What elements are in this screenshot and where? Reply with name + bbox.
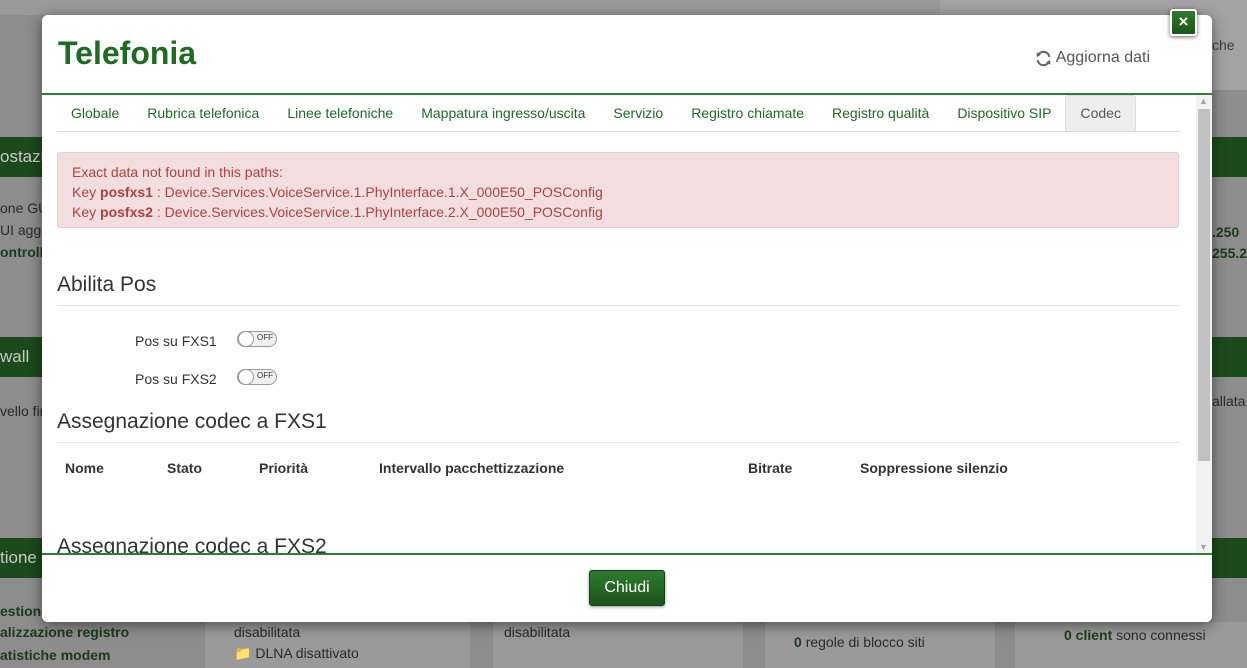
- refresh-icon: [1036, 50, 1051, 66]
- modal-header: Telefonia Aggiorna dati: [42, 15, 1212, 95]
- background-text: vello fir: [0, 403, 45, 419]
- alert-heading: Exact data not found in this paths:: [72, 164, 283, 180]
- tab-registro-chiamate[interactable]: Registro chiamate: [677, 95, 818, 131]
- alert-key: posfxs2: [100, 204, 153, 220]
- scroll-down-arrow-icon[interactable]: ▼: [1199, 542, 1208, 552]
- alert-prefix: Key: [72, 184, 97, 200]
- section-divider: [57, 305, 1181, 306]
- background-text-inner: sono connessi: [1116, 627, 1206, 643]
- scrollbar-thumb[interactable]: [1198, 109, 1210, 461]
- column-header-nome: Nome: [65, 460, 104, 476]
- background-text: disabilitata: [504, 624, 571, 640]
- background-count: 0 client: [1064, 627, 1113, 643]
- close-icon[interactable]: ×: [1170, 9, 1197, 36]
- background-text: ontroll: [0, 244, 44, 260]
- background-text: .250: [1212, 224, 1240, 240]
- modal-title: Telefonia: [58, 35, 197, 71]
- background-band-title: wall: [0, 347, 30, 366]
- background-text: allata: [1212, 393, 1246, 409]
- background-text-inner: regole di blocco siti: [805, 634, 925, 650]
- toggle-knob: [238, 369, 254, 385]
- section-title-abilita-pos: Abilita Pos: [57, 273, 157, 296]
- column-header-stato: Stato: [167, 460, 202, 476]
- tab-linee-telefoniche[interactable]: Linee telefoniche: [273, 95, 407, 131]
- background-text: alizzazione registro: [0, 624, 130, 640]
- modal-scrollbar[interactable]: ▲ ▼: [1196, 95, 1212, 553]
- error-alert: Exact data not found in this paths: Key …: [57, 152, 1179, 228]
- tab-mappatura[interactable]: Mappatura ingresso/uscita: [407, 95, 599, 131]
- tab-registro-qualita[interactable]: Registro qualità: [818, 95, 943, 131]
- column-header-soppressione: Soppressione silenzio: [860, 460, 1008, 476]
- background-band-title: ostazi: [0, 147, 45, 166]
- background-text: 0 client sono connessi: [1064, 627, 1206, 643]
- pos-fxs1-label: Pos su FXS1: [135, 333, 217, 349]
- modal-footer: Chiudi: [42, 553, 1212, 622]
- column-header-bitrate: Bitrate: [748, 460, 793, 476]
- background-text: 📁 DLNA disattivato: [234, 645, 359, 662]
- background-text: UI aggi: [0, 222, 45, 238]
- section-title-codec-fxs1: Assegnazione codec a FXS1: [57, 410, 327, 433]
- alert-path: : Device.Services.VoiceService.1.PhyInte…: [156, 184, 603, 200]
- tab-codec[interactable]: Codec: [1065, 95, 1136, 131]
- alert-row: Key posfxs2 : Device.Services.VoiceServi…: [72, 202, 1164, 222]
- alert-prefix: Key: [72, 204, 97, 220]
- background-text: 0 regole di blocco siti: [794, 634, 925, 650]
- section-divider: [57, 442, 1181, 443]
- background-text: 255.25: [1212, 245, 1247, 261]
- tab-servizio[interactable]: Servizio: [599, 95, 677, 131]
- background-text: atistiche modem: [0, 647, 111, 663]
- alert-path: : Device.Services.VoiceService.1.PhyInte…: [156, 204, 603, 220]
- pos-fxs2-label: Pos su FXS2: [135, 371, 217, 387]
- toggle-knob: [238, 331, 254, 347]
- tab-globale[interactable]: Globale: [57, 95, 133, 131]
- tab-dispositivo-sip[interactable]: Dispositivo SIP: [943, 95, 1065, 131]
- telefonia-modal: Telefonia Aggiorna dati Globale Rubrica …: [42, 15, 1212, 622]
- toggle-state: OFF: [257, 371, 273, 380]
- folder-icon: 📁: [234, 645, 252, 661]
- tab-bar: Globale Rubrica telefonica Linee telefon…: [57, 95, 1181, 132]
- column-header-priorita: Priorità: [259, 460, 309, 476]
- background-text: disabilitata: [234, 624, 301, 640]
- refresh-label: Aggiorna dati: [1055, 49, 1150, 66]
- alert-key: posfxs1: [100, 184, 153, 200]
- background-text: one GU: [0, 200, 49, 216]
- pos-fxs2-toggle[interactable]: OFF: [237, 369, 277, 385]
- alert-row: Key posfxs1 : Device.Services.VoiceServi…: [72, 182, 1164, 202]
- scroll-up-arrow-icon[interactable]: ▲: [1199, 96, 1208, 106]
- refresh-data-button[interactable]: Aggiorna dati: [1035, 49, 1150, 67]
- section-title-codec-fxs2: Assegnazione codec a FXS2: [57, 535, 327, 553]
- background-band-title: tione: [0, 548, 37, 567]
- modal-body: Globale Rubrica telefonica Linee telefon…: [42, 95, 1196, 553]
- chiudi-button[interactable]: Chiudi: [589, 570, 665, 606]
- column-header-intervallo: Intervallo pacchettizzazione: [379, 460, 565, 476]
- tab-rubrica-telefonica[interactable]: Rubrica telefonica: [133, 95, 273, 131]
- background-count: 0: [794, 634, 802, 650]
- background-text-inner: DLNA disattivato: [255, 645, 359, 661]
- pos-fxs1-toggle[interactable]: OFF: [237, 331, 277, 347]
- background-search-text: che: [1212, 37, 1235, 53]
- toggle-state: OFF: [257, 333, 273, 342]
